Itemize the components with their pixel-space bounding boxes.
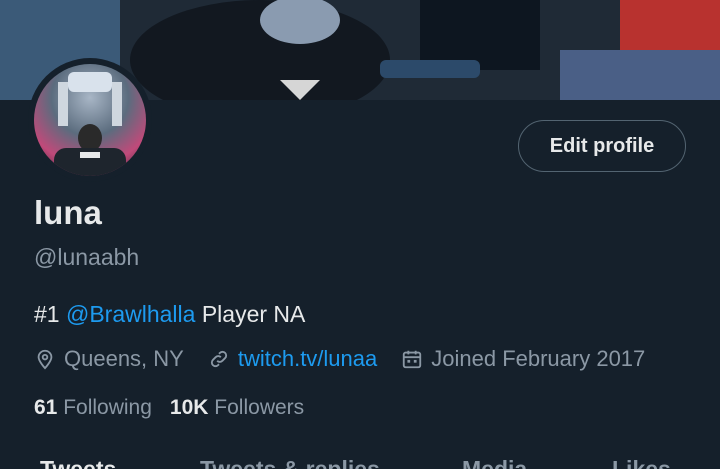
website-link[interactable]: twitch.tv/lunaa [238,346,377,372]
tab-likes[interactable]: Likes [612,456,671,469]
followers-stat[interactable]: 10K Followers [170,396,304,420]
location-item: Queens, NY [34,346,184,372]
profile-bio: #1 @Brawlhalla Player NA [34,301,305,328]
joined-item: Joined February 2017 [401,346,645,372]
followers-label: Followers [214,396,305,419]
tab-tweets[interactable]: Tweets [40,456,116,469]
calendar-icon [403,350,422,369]
website-item: twitch.tv/lunaa [208,346,377,372]
tab-tweets-replies[interactable]: Tweets & replies [200,456,380,469]
avatar-image [34,64,146,176]
following-stat[interactable]: 61 Following [34,396,152,420]
bio-prefix: #1 [34,301,66,327]
following-count: 61 [34,396,58,419]
location-pin-icon [37,349,53,370]
location-text: Queens, NY [64,346,184,371]
profile-tabs: Tweets Tweets & replies Media Likes [0,452,720,469]
profile-stats: 61 Following 10K Followers [34,396,322,420]
followers-count: 10K [169,396,209,419]
bio-suffix: Player NA [195,301,306,327]
profile-meta: Queens, NY twitch.tv/lunaa Joined Februa… [34,346,669,372]
link-icon [210,350,227,368]
joined-text: Joined February 2017 [431,346,646,371]
profile-avatar[interactable] [28,58,152,182]
bio-mention-link[interactable]: @Brawlhalla [66,301,195,327]
profile-handle: @lunaabh [34,244,140,270]
profile-name: luna [34,194,102,231]
tab-media[interactable]: Media [462,456,527,469]
following-label: Following [63,396,152,419]
edit-profile-button[interactable]: Edit profile [518,120,686,172]
